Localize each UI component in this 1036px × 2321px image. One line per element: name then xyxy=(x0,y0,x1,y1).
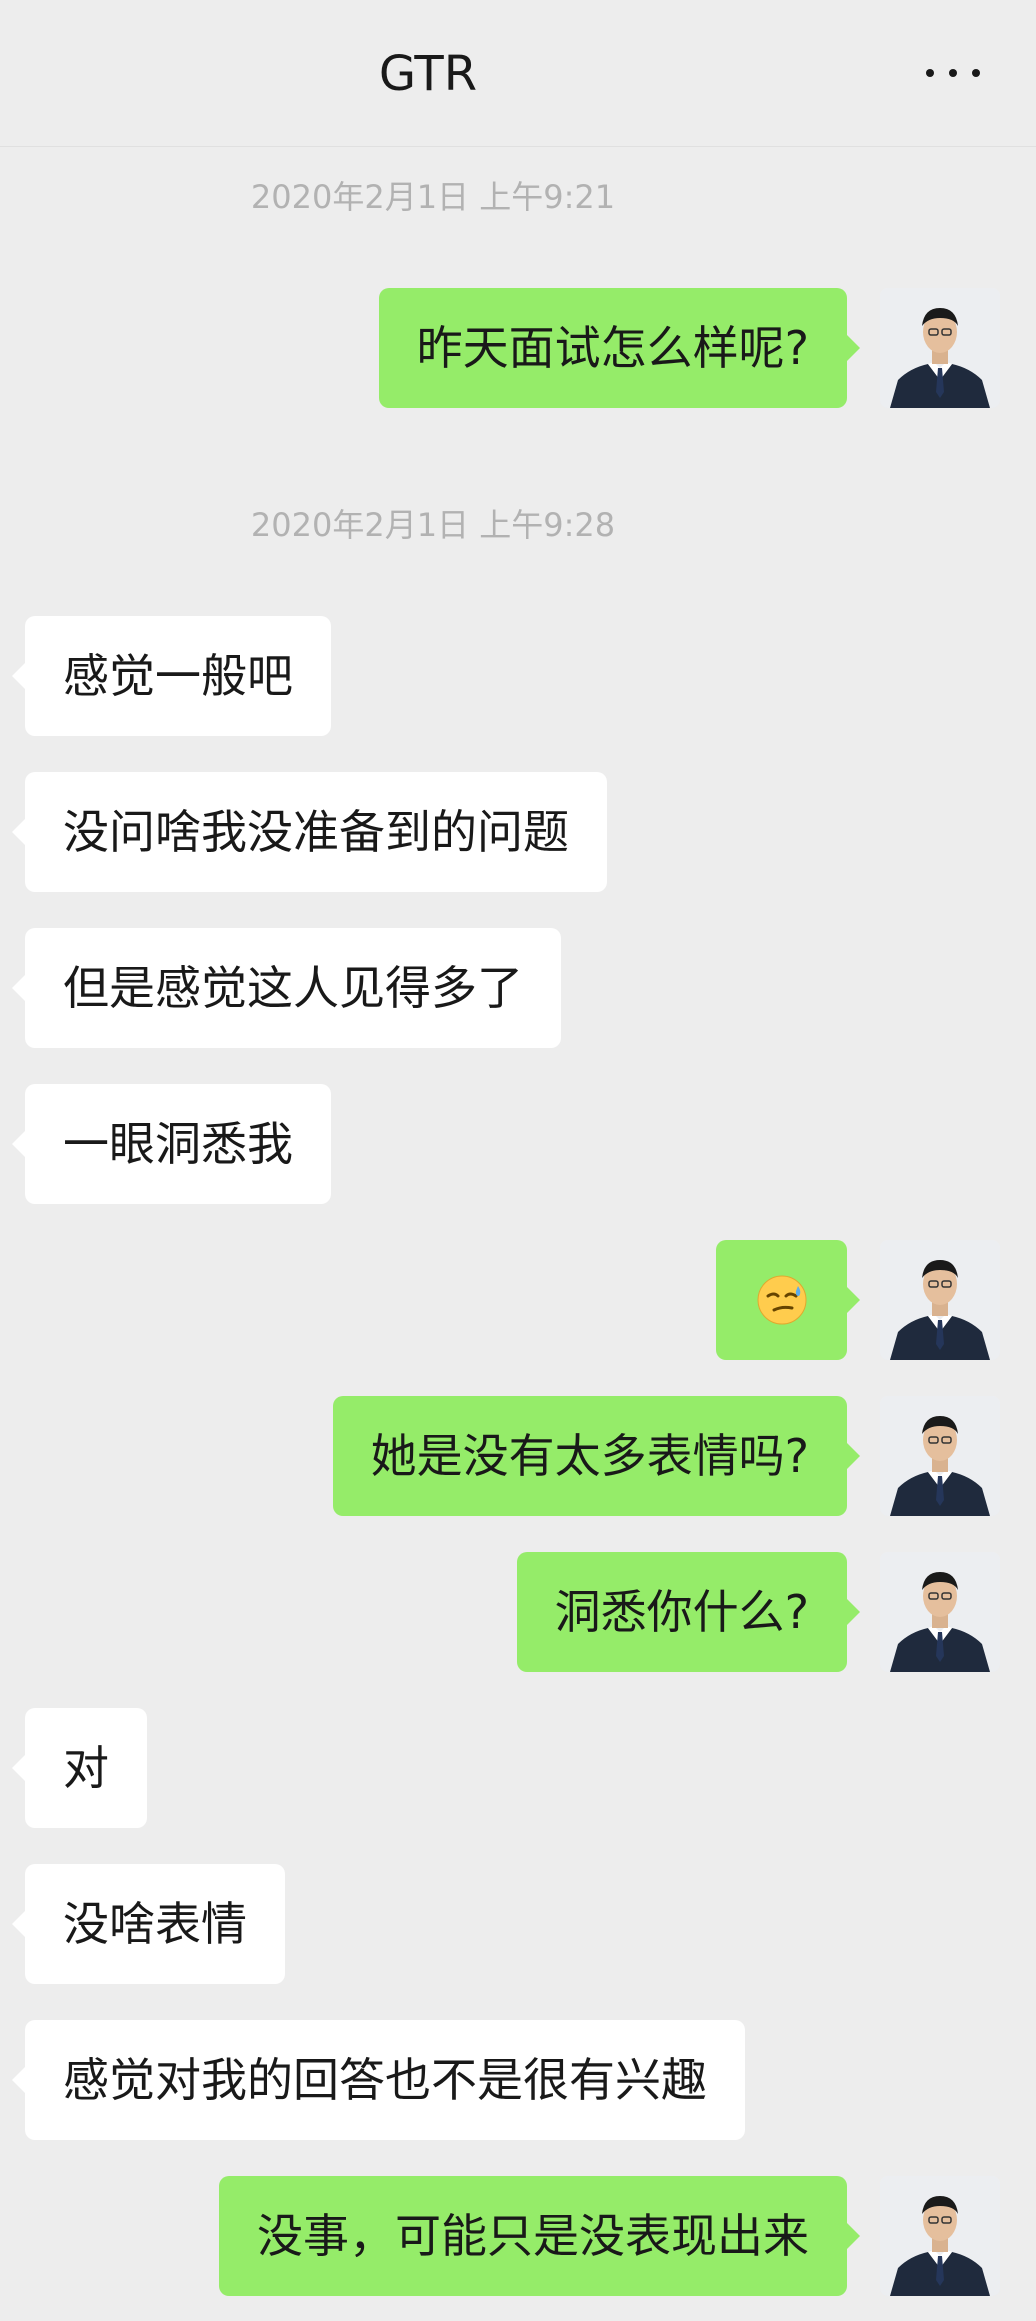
my-avatar[interactable] xyxy=(880,2176,1000,2296)
message-bubble-received[interactable]: 没问啥我没准备到的问题 xyxy=(12,772,607,892)
my-avatar[interactable] xyxy=(880,1396,1000,1516)
my-avatar[interactable] xyxy=(880,1552,1000,1672)
message-bubble-received[interactable]: 感觉一般吧 xyxy=(12,616,331,736)
message-bubble-received[interactable]: 但是感觉这人见得多了 xyxy=(12,928,561,1048)
my-avatar[interactable] xyxy=(880,288,1000,408)
message-bubble-sent-emoji[interactable] xyxy=(716,1240,860,1360)
message-bubble-received[interactable]: 感觉对我的回答也不是很有兴趣 xyxy=(12,2020,745,2140)
chat-header: GTR xyxy=(0,0,1036,147)
message-bubble-received[interactable]: 没啥表情 xyxy=(12,1864,285,1984)
timestamp: 2020年2月1日 上午9:28 xyxy=(250,506,616,544)
my-avatar[interactable] xyxy=(880,1240,1000,1360)
message-bubble-sent[interactable]: 没事，可能只是没表现出来 xyxy=(219,2176,860,2296)
more-dots-icon[interactable] xyxy=(926,66,980,80)
message-bubble-sent[interactable]: 昨天面试怎么样呢? xyxy=(378,288,861,408)
message-bubble-sent[interactable]: 洞悉你什么? xyxy=(516,1552,861,1672)
chat-title: GTR xyxy=(378,46,478,102)
message-bubble-sent[interactable]: 她是没有太多表情吗? xyxy=(332,1396,861,1516)
timestamp: 2020年2月1日 上午9:21 xyxy=(250,178,616,216)
smirk-sweat-emoji xyxy=(757,1275,807,1325)
message-bubble-received[interactable]: 一眼洞悉我 xyxy=(12,1084,331,1204)
message-bubble-received[interactable]: 对 xyxy=(12,1708,147,1828)
